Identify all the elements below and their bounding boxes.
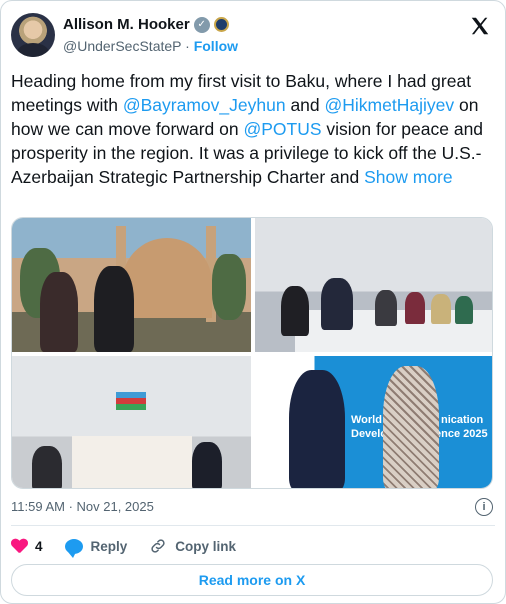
tree-shape xyxy=(212,254,246,320)
author-handle[interactable]: @UnderSecStateP xyxy=(63,38,181,54)
photo-mosque-meeting[interactable] xyxy=(12,218,251,352)
show-more-link[interactable]: Show more xyxy=(364,167,453,187)
action-bar: 4 Reply Copy link xyxy=(11,537,258,558)
person-shape xyxy=(94,266,134,352)
person-shape xyxy=(40,272,78,352)
photo-conference-table[interactable] xyxy=(255,218,492,352)
tweet-card: Allison M. Hooker ✓ @UnderSecStateP · Fo… xyxy=(0,0,506,604)
photo-conference-banner[interactable]: World Development nication ence 2025 xyxy=(255,356,492,488)
copy-link-label: Copy link xyxy=(175,538,237,554)
reply-bubble-icon xyxy=(64,538,83,558)
person-shape xyxy=(383,366,439,488)
person-shape xyxy=(281,286,309,336)
mention-link[interactable]: @HikmetHajiyev xyxy=(325,95,455,115)
like-button[interactable]: 4 xyxy=(11,539,43,554)
avatar[interactable] xyxy=(11,13,55,57)
follow-button[interactable]: Follow xyxy=(194,38,238,54)
divider xyxy=(11,525,495,526)
tweet-header: Allison M. Hooker ✓ @UnderSecStateP · Fo… xyxy=(11,13,495,59)
reply-button[interactable]: Reply xyxy=(64,538,128,558)
mention-link[interactable]: @Bayramov_Jeyhun xyxy=(123,95,286,115)
person-shape xyxy=(375,290,397,326)
tweet-timestamp[interactable]: 11:59 AM · Nov 21, 2025 xyxy=(11,499,154,514)
x-logo-icon[interactable] xyxy=(469,15,491,37)
link-icon xyxy=(151,539,165,553)
photo-delegation-meeting[interactable] xyxy=(12,356,251,488)
author-name-row: Allison M. Hooker ✓ xyxy=(63,16,229,33)
person-shape xyxy=(431,294,451,324)
person-shape xyxy=(289,370,345,488)
info-icon[interactable]: i xyxy=(475,498,493,516)
person-shape xyxy=(32,446,62,488)
tweet-text-part: and xyxy=(285,95,325,115)
reply-label: Reply xyxy=(90,538,128,554)
like-count: 4 xyxy=(35,538,43,554)
table-shape xyxy=(72,436,192,488)
mention-link[interactable]: @POTUS xyxy=(243,119,321,139)
author-name[interactable]: Allison M. Hooker xyxy=(63,16,190,33)
verified-badge-icon: ✓ xyxy=(193,16,210,33)
separator-dot: · xyxy=(185,38,190,54)
banner-text: nication xyxy=(441,414,484,426)
mosque-dome-shape xyxy=(122,238,212,318)
person-shape xyxy=(455,296,473,324)
government-seal-icon xyxy=(213,17,229,32)
heart-icon xyxy=(11,539,27,554)
author-handle-row: @UnderSecStateP · Follow xyxy=(63,38,238,54)
person-shape xyxy=(192,442,222,488)
person-shape xyxy=(405,292,425,324)
azerbaijan-flag-shape xyxy=(116,392,146,410)
copy-link-button[interactable]: Copy link xyxy=(149,537,236,555)
media-grid: World Development nication ence 2025 xyxy=(11,217,493,489)
banner-text: ence 2025 xyxy=(435,428,488,440)
read-more-button[interactable]: Read more on X xyxy=(11,564,493,596)
person-shape xyxy=(321,278,353,330)
tweet-text: Heading home from my first visit to Baku… xyxy=(11,69,497,189)
